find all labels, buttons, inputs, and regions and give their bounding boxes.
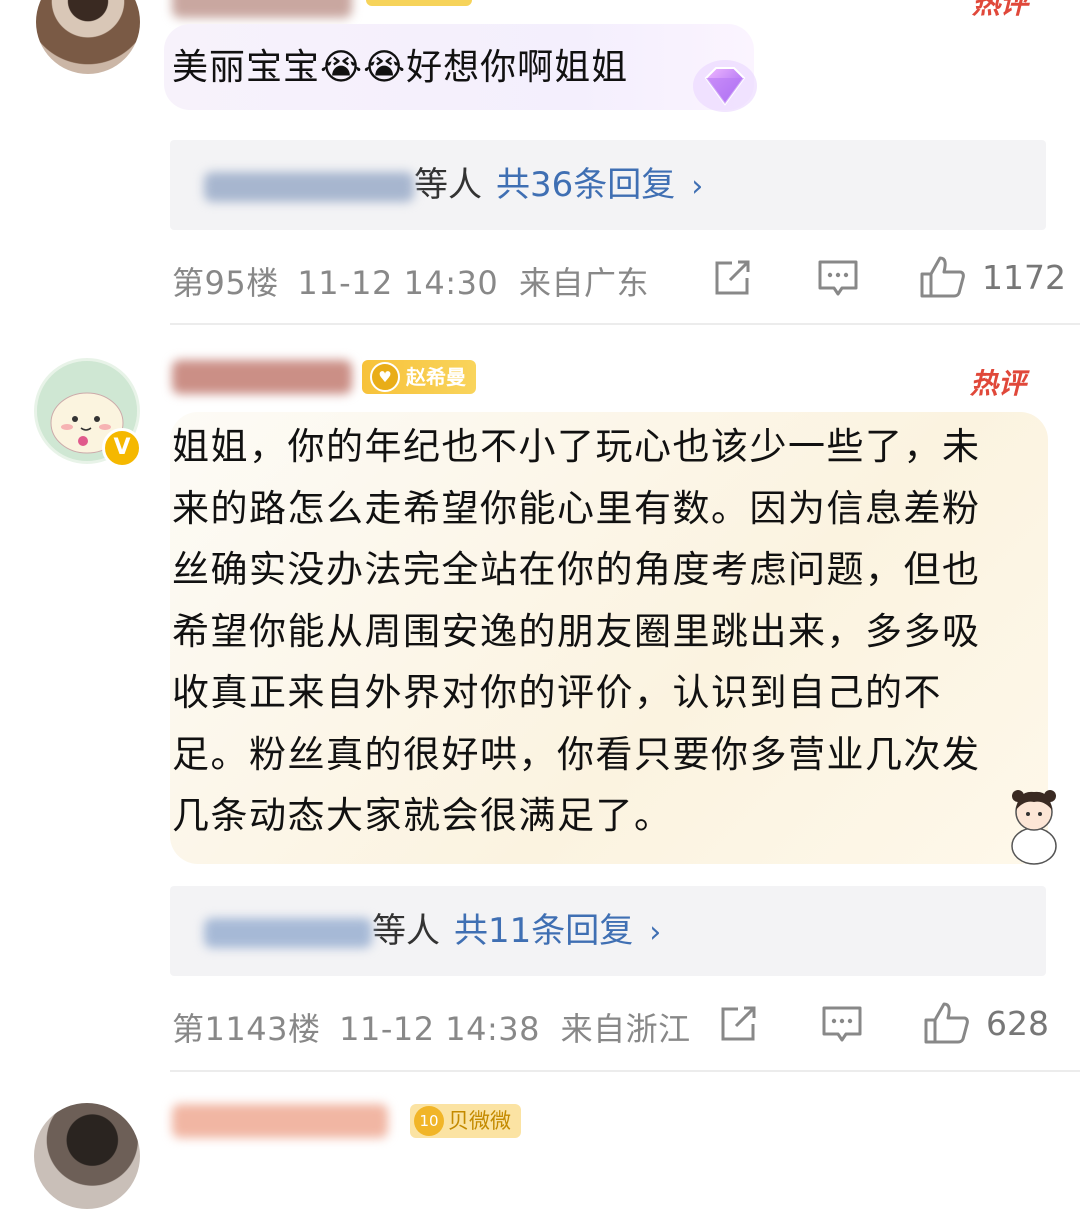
- replier-names-blurred: [204, 917, 372, 948]
- chevron-right-icon: ›: [649, 915, 662, 950]
- reply-count-link[interactable]: 共11条回复: [454, 911, 633, 951]
- floor-number: 第95楼: [172, 264, 279, 302]
- level-shield-icon: 10: [414, 1105, 444, 1136]
- badge-emblem-icon: ♥: [370, 362, 400, 392]
- verified-badge-icon: V: [102, 428, 142, 468]
- badge-label: 贝微微: [448, 1109, 511, 1133]
- username-blurred[interactable]: [172, 1104, 388, 1138]
- username-blurred[interactable]: [172, 360, 352, 394]
- chevron-right-icon: ›: [691, 169, 704, 204]
- avatar[interactable]: [34, 1103, 140, 1209]
- user-badge: 10 贝微微: [410, 1104, 521, 1138]
- floor-number: 第1143楼: [172, 1010, 321, 1048]
- avatar[interactable]: [36, 0, 140, 74]
- share-icon[interactable]: [718, 1004, 760, 1044]
- thumbs-up-icon[interactable]: [918, 254, 966, 300]
- divider: [170, 1070, 1080, 1072]
- replies-who: 等人: [372, 911, 440, 951]
- cartoon-sticker-icon: [1011, 790, 1057, 865]
- comment-meta: 第95楼 11-12 14:30 来自广东: [172, 258, 649, 304]
- replier-names-blurred: [204, 171, 414, 202]
- username-badge: [366, 0, 472, 6]
- like-count: 1172: [982, 258, 1066, 297]
- gem-icon: [693, 60, 757, 112]
- comment-icon[interactable]: [820, 1004, 864, 1046]
- replies-who: 等人: [414, 165, 482, 205]
- share-icon[interactable]: [712, 258, 754, 298]
- username-blurred[interactable]: [172, 0, 352, 18]
- hot-comment-label: 热评: [970, 367, 1027, 400]
- replies-summary[interactable]: 等人 共11条回复 ›: [170, 886, 1046, 976]
- comment-text: 美丽宝宝😭😭好想你啊姐姐: [172, 47, 629, 88]
- comment-icon[interactable]: [816, 258, 860, 300]
- location: 来自广东: [518, 264, 649, 302]
- timestamp: 11-12 14:38: [339, 1010, 540, 1048]
- location: 来自浙江: [560, 1010, 691, 1048]
- user-badge: ♥ 赵希曼: [362, 360, 476, 394]
- thumbs-up-icon[interactable]: [922, 1000, 970, 1046]
- replies-summary[interactable]: 等人 共36条回复 ›: [170, 140, 1046, 230]
- hot-comment-label: 热评: [972, 0, 1029, 20]
- like-count: 628: [986, 1004, 1049, 1043]
- timestamp: 11-12 14:30: [297, 264, 499, 302]
- comment-meta: 第1143楼 11-12 14:38 来自浙江: [172, 1004, 691, 1050]
- badge-label: 赵希曼: [406, 365, 466, 389]
- comment-text: 姐姐，你的年纪也不小了玩心也该少一些了，未来的路怎么走希望你能心里有数。因为信息…: [172, 425, 981, 837]
- divider: [170, 323, 1080, 325]
- reply-count-link[interactable]: 共36条回复: [496, 165, 675, 205]
